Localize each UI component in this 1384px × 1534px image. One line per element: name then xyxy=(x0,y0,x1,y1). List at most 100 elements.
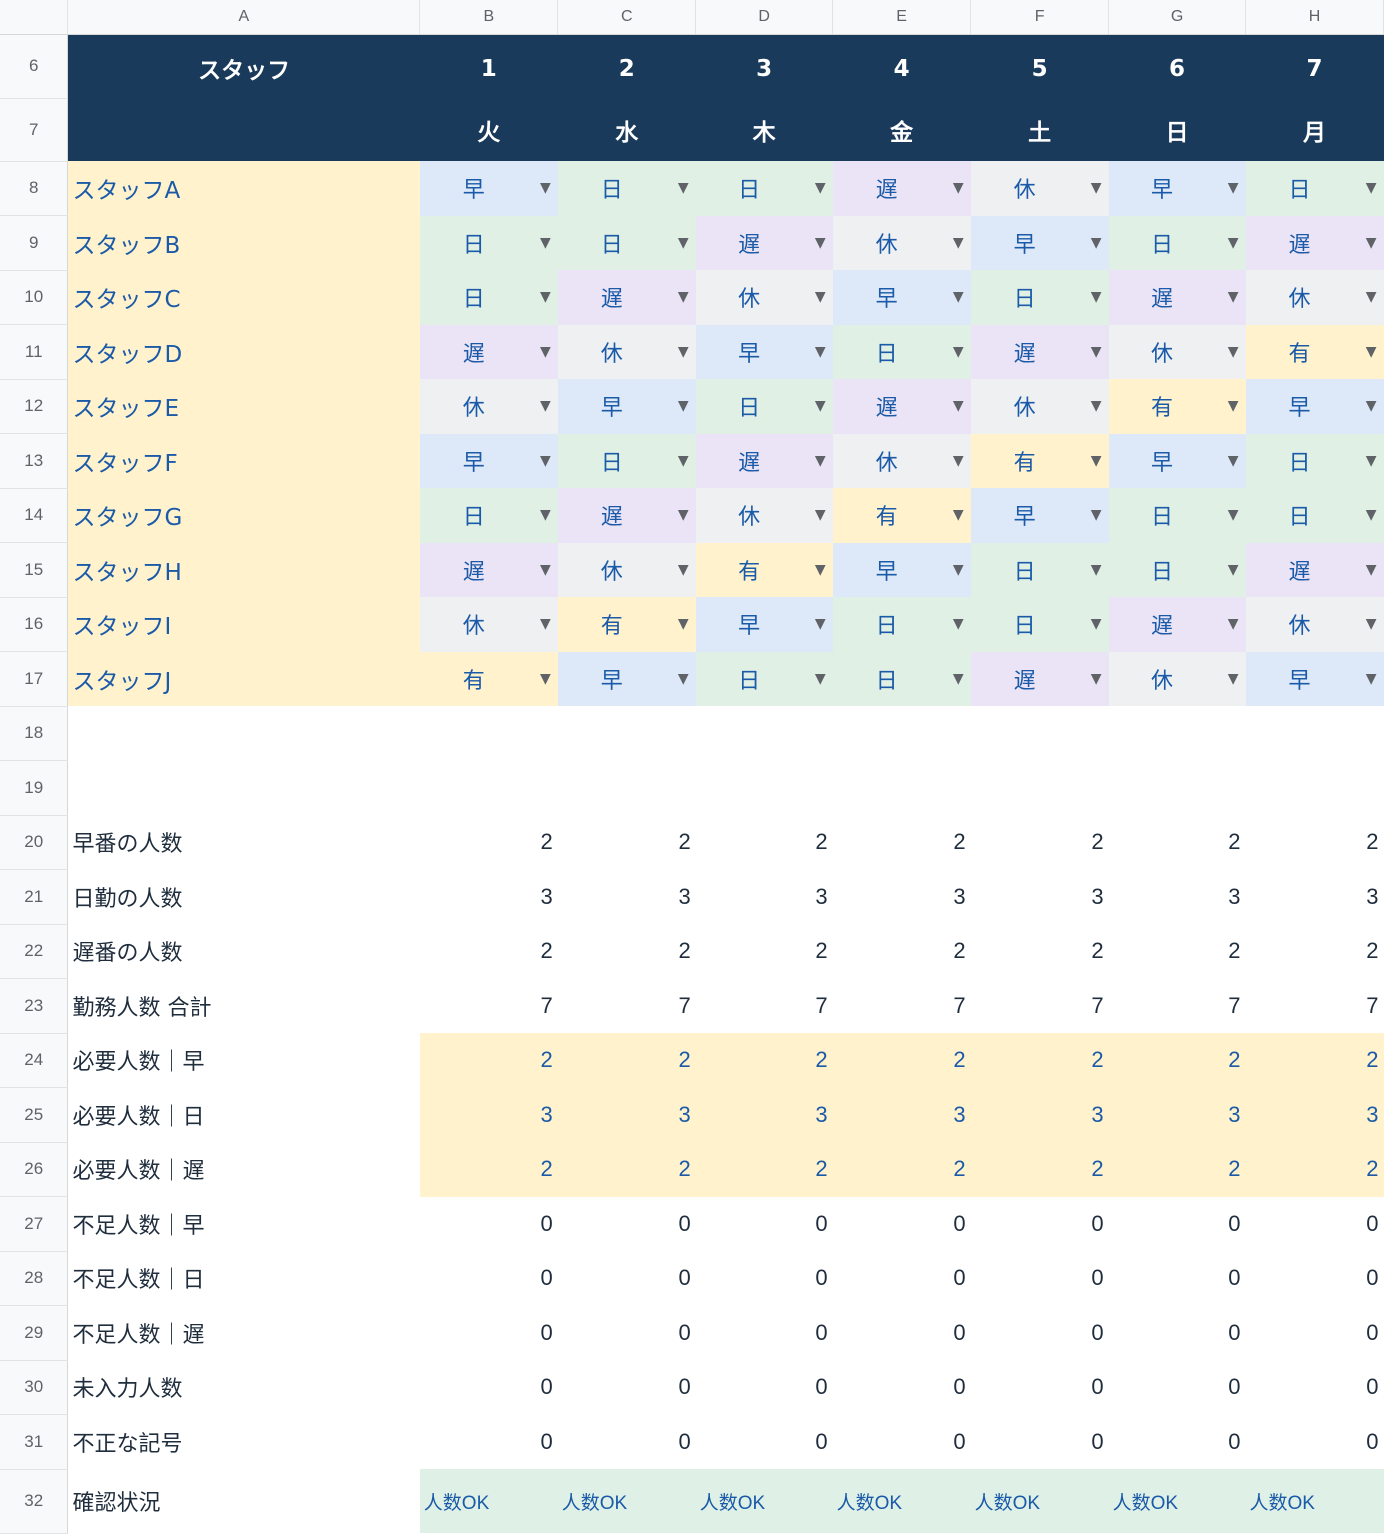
shift-dropdown-cell[interactable]: 早 ▼ xyxy=(557,651,696,706)
summary-value-cell[interactable]: 2 xyxy=(832,1142,971,1197)
row-header[interactable]: 19 xyxy=(0,760,69,816)
shift-dropdown-cell[interactable]: 日 ▼ xyxy=(695,651,833,706)
shift-dropdown-cell[interactable]: 日 ▼ xyxy=(970,542,1109,597)
summary-value-cell[interactable]: 0 xyxy=(558,1251,696,1306)
summary-value-cell[interactable]: 0 xyxy=(1246,1251,1384,1306)
summary-value-cell[interactable]: 0 xyxy=(420,1251,558,1306)
summary-value-cell[interactable]: 0 xyxy=(833,1360,971,1415)
summary-label[interactable]: 早番の人数 xyxy=(68,815,420,870)
shift-dropdown-cell[interactable]: 休 ▼ xyxy=(1108,651,1246,706)
shift-dropdown-cell[interactable]: 日 ▼ xyxy=(419,215,558,270)
summary-value-cell[interactable]: 2 xyxy=(419,1142,558,1197)
triangle-down-icon[interactable]: ▼ xyxy=(1091,180,1102,196)
summary-label[interactable]: 必要人数｜日 xyxy=(68,1088,420,1143)
triangle-down-icon[interactable]: ▼ xyxy=(1228,289,1239,305)
shift-dropdown-cell[interactable]: 日 ▼ xyxy=(695,161,833,216)
triangle-down-icon[interactable]: ▼ xyxy=(1366,671,1377,687)
summary-value-cell[interactable]: 0 xyxy=(1246,1360,1384,1415)
summary-value-cell[interactable]: 0 xyxy=(420,1306,558,1361)
shift-dropdown-cell[interactable]: 遅 ▼ xyxy=(419,542,558,597)
summary-value-cell[interactable]: 7 xyxy=(1109,979,1246,1034)
triangle-down-icon[interactable]: ▼ xyxy=(540,616,551,632)
shift-dropdown-cell[interactable]: 休 ▼ xyxy=(1245,270,1384,325)
triangle-down-icon[interactable]: ▼ xyxy=(540,235,551,251)
summary-value-cell[interactable]: 2 xyxy=(971,924,1109,979)
summary-value-cell[interactable]: 3 xyxy=(696,870,833,925)
shift-dropdown-cell[interactable]: 遅 ▼ xyxy=(419,324,558,379)
row-header[interactable]: 8 xyxy=(0,161,69,216)
status-ok-cell[interactable]: 人数OK xyxy=(832,1469,971,1533)
triangle-down-icon[interactable]: ▼ xyxy=(953,453,964,469)
column-header-f[interactable]: F xyxy=(970,0,1110,35)
triangle-down-icon[interactable]: ▼ xyxy=(540,671,551,687)
triangle-down-icon[interactable]: ▼ xyxy=(540,453,551,469)
summary-label[interactable]: 未入力人数 xyxy=(68,1360,420,1415)
triangle-down-icon[interactable]: ▼ xyxy=(815,671,826,687)
summary-value-cell[interactable]: 3 xyxy=(557,1087,696,1142)
column-header-c[interactable]: C xyxy=(557,0,697,35)
triangle-down-icon[interactable]: ▼ xyxy=(1366,453,1377,469)
triangle-down-icon[interactable]: ▼ xyxy=(1228,235,1239,251)
triangle-down-icon[interactable]: ▼ xyxy=(1366,289,1377,305)
status-ok-cell[interactable]: 人数OK xyxy=(695,1469,833,1533)
shift-dropdown-cell[interactable]: 日 ▼ xyxy=(557,215,696,270)
summary-label[interactable]: 不足人数｜日 xyxy=(68,1251,420,1306)
summary-label[interactable]: 日勤の人数 xyxy=(68,870,420,925)
row-header[interactable]: 22 xyxy=(0,924,69,979)
summary-label[interactable]: 必要人数｜遅 xyxy=(68,1142,420,1197)
summary-value-cell[interactable]: 2 xyxy=(970,1142,1109,1197)
row-header[interactable]: 31 xyxy=(0,1414,69,1470)
triangle-down-icon[interactable]: ▼ xyxy=(1366,507,1377,523)
summary-value-cell[interactable]: 3 xyxy=(833,870,971,925)
shift-dropdown-cell[interactable]: 遅 ▼ xyxy=(1245,542,1384,597)
shift-dropdown-cell[interactable]: 遅 ▼ xyxy=(1108,597,1246,652)
shift-dropdown-cell[interactable]: 休 ▼ xyxy=(832,215,971,270)
shift-dropdown-cell[interactable]: 早 ▼ xyxy=(832,542,971,597)
triangle-down-icon[interactable]: ▼ xyxy=(540,398,551,414)
summary-label[interactable]: 不正な記号 xyxy=(68,1415,420,1470)
triangle-down-icon[interactable]: ▼ xyxy=(1366,616,1377,632)
summary-value-cell[interactable]: 2 xyxy=(1109,815,1246,870)
shift-dropdown-cell[interactable]: 日 ▼ xyxy=(695,379,833,434)
row-header[interactable]: 7 xyxy=(0,98,69,162)
summary-value-cell[interactable]: 0 xyxy=(558,1197,696,1252)
row-header[interactable]: 30 xyxy=(0,1360,69,1415)
shift-dropdown-cell[interactable]: 日 ▼ xyxy=(832,324,971,379)
empty-cell[interactable] xyxy=(696,706,833,761)
summary-value-cell[interactable]: 3 xyxy=(832,1087,971,1142)
triangle-down-icon[interactable]: ▼ xyxy=(815,398,826,414)
summary-value-cell[interactable]: 2 xyxy=(695,1033,833,1088)
triangle-down-icon[interactable]: ▼ xyxy=(953,180,964,196)
shift-dropdown-cell[interactable]: 早 ▼ xyxy=(1108,433,1246,488)
row-header[interactable]: 13 xyxy=(0,433,69,489)
column-header-d[interactable]: D xyxy=(695,0,834,35)
summary-value-cell[interactable]: 2 xyxy=(420,815,558,870)
triangle-down-icon[interactable]: ▼ xyxy=(953,398,964,414)
triangle-down-icon[interactable]: ▼ xyxy=(1366,344,1377,360)
column-header-e[interactable]: E xyxy=(832,0,972,35)
triangle-down-icon[interactable]: ▼ xyxy=(1091,398,1102,414)
row-header[interactable]: 32 xyxy=(0,1469,69,1534)
row-header[interactable]: 20 xyxy=(0,815,69,870)
summary-value-cell[interactable]: 2 xyxy=(419,1033,558,1088)
triangle-down-icon[interactable]: ▼ xyxy=(678,180,689,196)
staff-name-cell[interactable]: スタッフB xyxy=(67,215,420,270)
summary-value-cell[interactable]: 2 xyxy=(1245,1142,1384,1197)
row-header[interactable]: 16 xyxy=(0,597,69,652)
shift-dropdown-cell[interactable]: 早 ▼ xyxy=(1245,651,1384,706)
summary-value-cell[interactable]: 0 xyxy=(420,1197,558,1252)
triangle-down-icon[interactable]: ▼ xyxy=(1228,562,1239,578)
summary-value-cell[interactable]: 3 xyxy=(420,870,558,925)
triangle-down-icon[interactable]: ▼ xyxy=(678,453,689,469)
column-header-a[interactable]: A xyxy=(67,0,421,35)
summary-value-cell[interactable]: 2 xyxy=(558,924,696,979)
summary-value-cell[interactable]: 3 xyxy=(971,870,1109,925)
summary-value-cell[interactable]: 7 xyxy=(696,979,833,1034)
shift-dropdown-cell[interactable]: 日 ▼ xyxy=(1108,488,1246,543)
row-header[interactable]: 27 xyxy=(0,1196,69,1252)
triangle-down-icon[interactable]: ▼ xyxy=(953,344,964,360)
summary-value-cell[interactable]: 3 xyxy=(419,1087,558,1142)
summary-label[interactable]: 遅番の人数 xyxy=(68,924,420,979)
shift-dropdown-cell[interactable]: 日 ▼ xyxy=(419,488,558,543)
shift-dropdown-cell[interactable]: 遅 ▼ xyxy=(1108,270,1246,325)
